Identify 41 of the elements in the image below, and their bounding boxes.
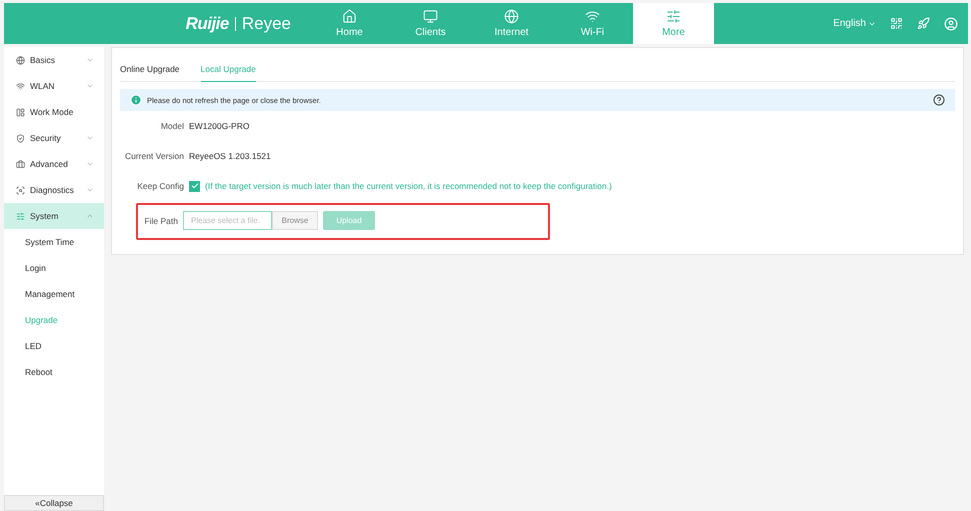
user-icon[interactable] bbox=[944, 16, 958, 30]
tab[interactable]: Online Upgrade bbox=[120, 58, 180, 82]
home-icon bbox=[342, 9, 357, 24]
sidebar-subitem[interactable]: Reboot bbox=[4, 359, 104, 385]
sliders-icon bbox=[666, 9, 681, 24]
sidebar-item[interactable]: Security bbox=[4, 125, 104, 151]
globe-icon bbox=[504, 9, 519, 24]
wifi-icon bbox=[16, 82, 25, 90]
field-label: Model bbox=[160, 121, 184, 131]
field-label: Keep Config bbox=[136, 181, 184, 191]
info-icon bbox=[130, 94, 142, 106]
collapse-button[interactable]: «Collapse bbox=[4, 495, 104, 511]
shield-icon bbox=[16, 134, 25, 142]
keep-config-checkbox[interactable] bbox=[189, 180, 200, 192]
sidebar-subitem[interactable]: Management bbox=[4, 281, 104, 307]
file-path-field[interactable]: Please select a file. bbox=[183, 211, 272, 230]
help-icon[interactable] bbox=[933, 94, 945, 106]
globe-icon bbox=[16, 56, 25, 64]
product-logo: Reyee bbox=[242, 14, 291, 34]
sidebar-subitem[interactable]: System Time bbox=[4, 229, 104, 255]
sidebar-item[interactable]: Work Mode bbox=[4, 99, 104, 125]
sidebar-item[interactable]: WLAN bbox=[4, 73, 104, 99]
brand-logo: Ruijie bbox=[186, 14, 229, 34]
field-label: File Path bbox=[143, 216, 178, 226]
sidebar-item[interactable]: Advanced bbox=[4, 151, 104, 177]
field-value: ReyeeOS 1.203.1521 bbox=[189, 151, 271, 161]
briefcase-icon bbox=[16, 160, 25, 168]
monitor-icon bbox=[423, 9, 438, 24]
sidebar-item[interactable]: System bbox=[4, 203, 104, 229]
field-value: EW1200G-PRO bbox=[189, 121, 250, 131]
sidebar-item[interactable]: Basics bbox=[4, 47, 104, 73]
hint-text: (If the target version is much later than the current version, it is recommended not to keep the configuration.) bbox=[205, 181, 612, 191]
rocket-icon[interactable] bbox=[917, 17, 930, 30]
sidebar-item[interactable]: Diagnostics bbox=[4, 177, 104, 203]
search-icon bbox=[16, 186, 25, 194]
sidebar-subitem[interactable]: LED bbox=[4, 333, 104, 359]
panel-icon bbox=[16, 108, 25, 116]
qr-code-icon[interactable] bbox=[890, 17, 903, 30]
sliders-icon bbox=[16, 212, 25, 220]
field-label: Current Version bbox=[124, 151, 184, 161]
sidebar-subitem[interactable]: Login bbox=[4, 255, 104, 281]
